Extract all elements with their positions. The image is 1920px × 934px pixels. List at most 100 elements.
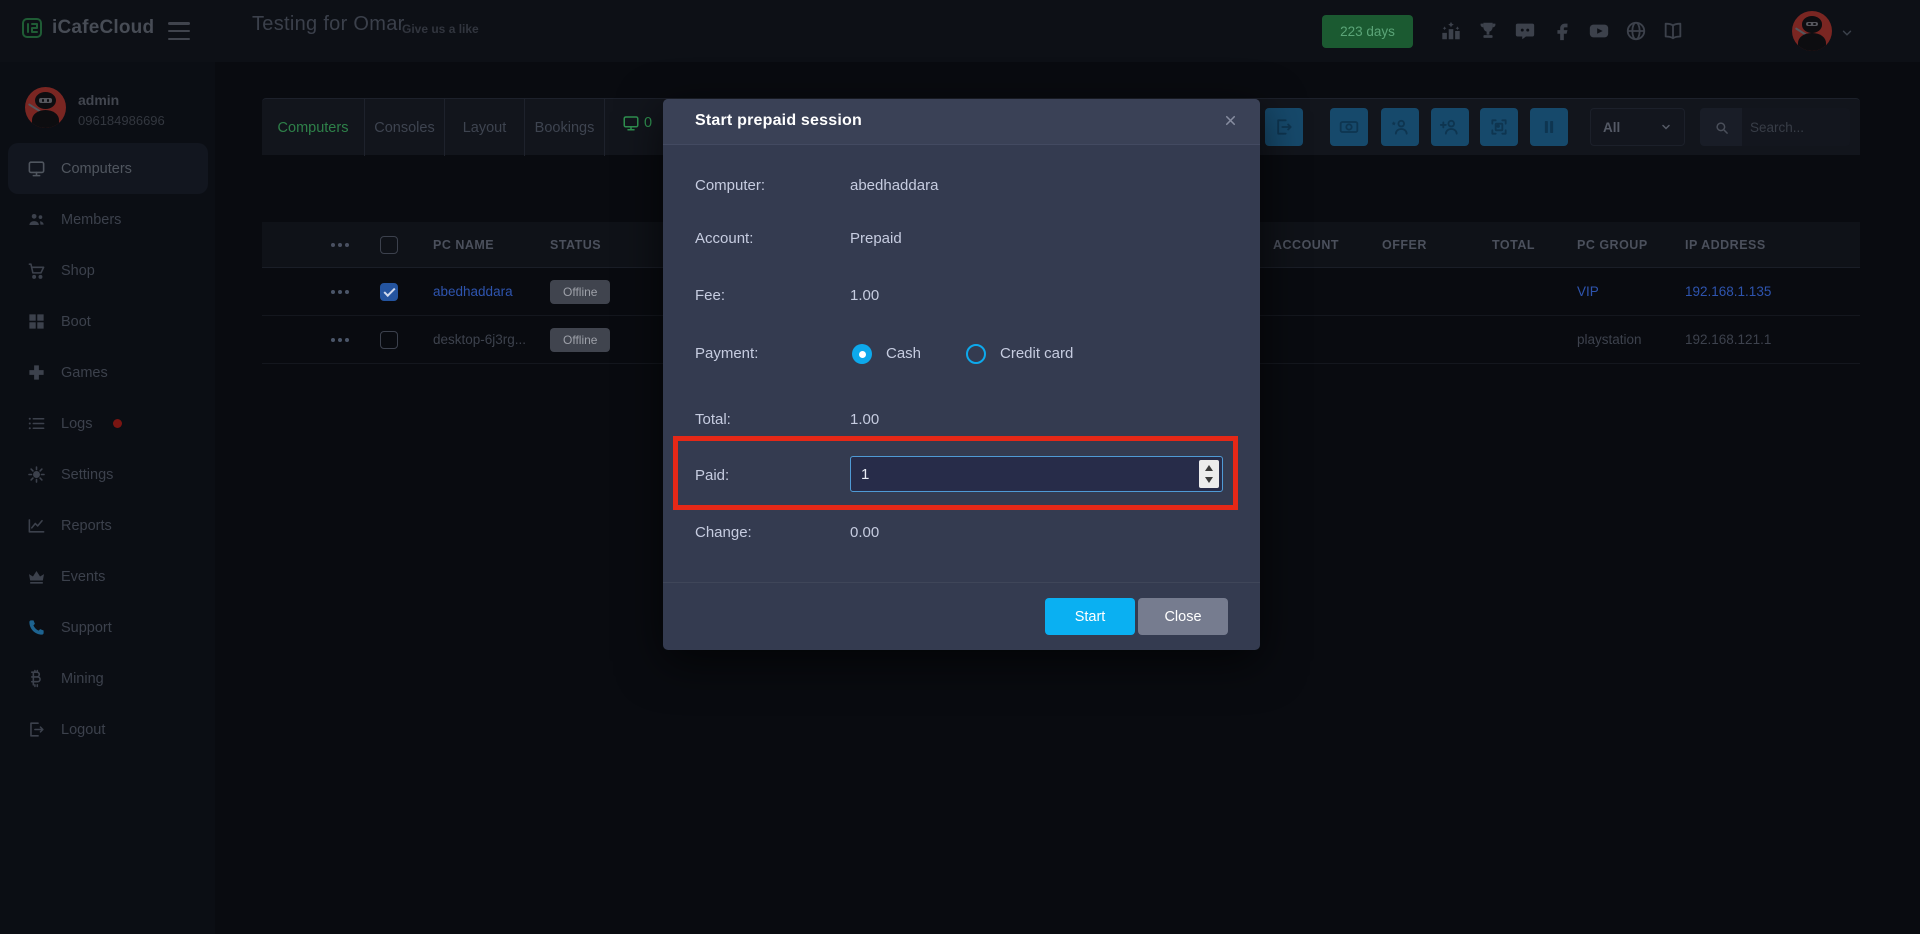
sidebar-item-mining[interactable]: Mining — [8, 653, 208, 704]
sidebar-item-games[interactable]: Games — [8, 347, 208, 398]
sidebar-item-settings[interactable]: Settings — [8, 449, 208, 500]
days-remaining-button[interactable]: 223 days — [1322, 15, 1413, 48]
header-pc-name[interactable]: PC NAME — [433, 222, 548, 267]
header-ip-address[interactable]: IP ADDRESS — [1685, 222, 1815, 267]
pc-group-link[interactable]: VIP — [1577, 284, 1599, 299]
field-fee: Fee: 1.00 — [663, 285, 1260, 307]
header-account[interactable]: ACCOUNT — [1273, 222, 1373, 267]
field-value: Prepaid — [850, 228, 902, 250]
leaderboard-icon[interactable] — [1440, 20, 1462, 42]
tab-layout[interactable]: Layout — [445, 99, 525, 156]
header-pc-group[interactable]: PC GROUP — [1577, 222, 1677, 267]
add-member-button[interactable] — [1431, 108, 1469, 146]
sidebar-item-events[interactable]: Events — [8, 551, 208, 602]
pc-name-link[interactable]: abedhaddara — [433, 284, 513, 299]
row-actions-button[interactable] — [331, 338, 349, 342]
admin-name: admin — [78, 92, 119, 108]
radio-credit-card[interactable] — [966, 344, 986, 364]
field-label: Computer: — [695, 175, 765, 197]
sidebar-item-logout[interactable]: Logout — [8, 704, 208, 755]
modal-footer-divider — [663, 582, 1260, 583]
close-button[interactable]: Close — [1138, 598, 1228, 635]
bitcoin-icon — [27, 669, 46, 688]
sidebar-item-boot[interactable]: Boot — [8, 296, 208, 347]
pause-button[interactable] — [1530, 108, 1568, 146]
gamepad-icon — [27, 363, 46, 382]
radio-credit-card-label[interactable]: Credit card — [1000, 343, 1073, 365]
sidebar-item-logs[interactable]: Logs — [8, 398, 208, 449]
screenshot-button[interactable] — [1480, 108, 1518, 146]
search-input[interactable] — [1742, 108, 1850, 146]
globe-icon[interactable] — [1625, 20, 1647, 42]
ip-address-link[interactable]: 192.168.1.135 — [1685, 284, 1771, 299]
cafe-title: Testing for Omar — [252, 13, 405, 36]
field-label: Total: — [695, 409, 731, 431]
field-payment: Payment: Cash Credit card — [663, 343, 1260, 365]
field-label: Fee: — [695, 285, 725, 307]
sidebar-item-label: Boot — [61, 314, 91, 330]
sidebar-item-shop[interactable]: Shop — [8, 245, 208, 296]
field-label: Payment: — [695, 343, 758, 365]
header-total[interactable]: TOTAL — [1492, 222, 1562, 267]
logs-alert-dot — [113, 419, 122, 428]
youtube-icon[interactable] — [1588, 20, 1610, 42]
sidebar-item-label: Logout — [61, 722, 105, 738]
tab-bookings[interactable]: Bookings — [525, 99, 605, 156]
manual-book-icon[interactable] — [1662, 20, 1684, 42]
field-value: abedhaddara — [850, 175, 938, 197]
tab-computers[interactable]: Computers — [262, 99, 365, 156]
sidebar-item-members[interactable]: Members — [8, 194, 208, 245]
radio-cash[interactable] — [852, 344, 872, 364]
trophy-icon[interactable] — [1477, 20, 1499, 42]
header-status[interactable]: STATUS — [550, 222, 650, 267]
select-all-checkbox[interactable] — [380, 236, 398, 254]
stepper-down-icon[interactable] — [1205, 477, 1213, 483]
sidebar-item-label: Mining — [61, 671, 104, 687]
status-badge: Offline — [550, 328, 610, 352]
field-label: Paid: — [695, 465, 729, 487]
filter-dropdown[interactable]: All — [1590, 108, 1685, 146]
pc-group-text[interactable]: playstation — [1577, 332, 1642, 347]
field-label: Change: — [695, 522, 752, 544]
user-avatar[interactable] — [1792, 11, 1832, 51]
crown-icon — [27, 567, 46, 586]
sidebar: admin 096184986696 Computers Membe — [0, 62, 215, 934]
pause-icon — [1540, 118, 1558, 136]
gear-icon — [27, 465, 46, 484]
sidebar-item-computers[interactable]: Computers — [8, 143, 208, 194]
chevron-down-icon[interactable] — [1840, 26, 1854, 40]
sidebar-item-support[interactable]: Support — [8, 602, 208, 653]
row-checkbox[interactable] — [380, 283, 398, 301]
start-prepaid-session-modal: Start prepaid session Computer: abedhadd… — [663, 99, 1260, 650]
checkout-button[interactable] — [1265, 108, 1303, 146]
row-checkbox[interactable] — [380, 331, 398, 349]
paid-amount-input[interactable] — [850, 456, 1223, 492]
number-stepper[interactable] — [1199, 460, 1219, 488]
admin-avatar — [25, 87, 66, 128]
field-value: 0.00 — [850, 522, 879, 544]
facebook-icon[interactable] — [1551, 20, 1573, 42]
guest-login-button[interactable] — [1381, 108, 1419, 146]
status-badge: Offline — [550, 280, 610, 304]
cash-button[interactable] — [1330, 108, 1368, 146]
field-account: Account: Prepaid — [663, 228, 1260, 250]
give-us-a-like-link[interactable]: Give us a like — [402, 22, 479, 36]
sidebar-item-reports[interactable]: Reports — [8, 500, 208, 551]
header-offer[interactable]: OFFER — [1382, 222, 1472, 267]
discord-icon[interactable] — [1514, 20, 1536, 42]
menu-toggle-icon[interactable] — [168, 22, 190, 40]
start-button[interactable]: Start — [1045, 598, 1135, 635]
sidebar-item-label: Support — [61, 620, 112, 636]
pc-name-text[interactable]: desktop-6j3rg... — [433, 332, 526, 347]
row-actions-button[interactable] — [331, 290, 349, 294]
ip-address-text[interactable]: 192.168.121.1 — [1685, 332, 1771, 347]
tab-consoles[interactable]: Consoles — [365, 99, 445, 156]
sidebar-menu: Computers Members Shop — [8, 143, 208, 755]
cart-icon — [27, 261, 46, 280]
radio-cash-label[interactable]: Cash — [886, 343, 921, 365]
stepper-up-icon[interactable] — [1205, 465, 1213, 471]
close-icon[interactable] — [1223, 113, 1238, 128]
logo-text: iCafeCloud — [52, 17, 154, 39]
chevron-down-icon — [1660, 121, 1672, 133]
icafecloud-logo[interactable]: iCafeCloud — [20, 16, 154, 40]
